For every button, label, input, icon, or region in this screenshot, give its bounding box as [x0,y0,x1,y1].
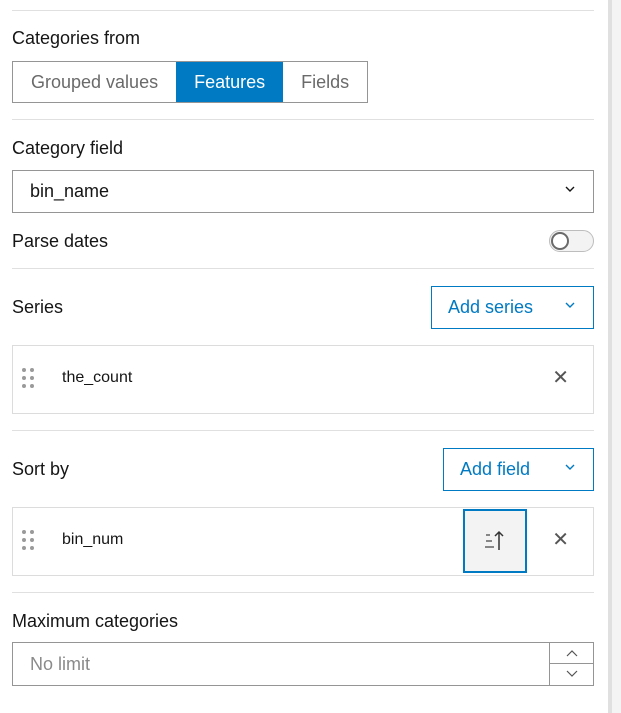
remove-sort-close-icon[interactable]: ✕ [552,530,569,550]
increment-button[interactable] [550,643,593,664]
chevron-down-icon [565,186,575,192]
chevron-down-icon [565,302,575,308]
category-field-label: Category field [12,138,124,158]
sort-order-button[interactable] [463,509,527,573]
sort-ascending-icon [485,530,504,550]
segment-fields[interactable]: Fields [283,62,367,102]
series-item: the_count ✕ [12,345,594,414]
divider [12,10,594,11]
sort-by-label: Sort by [12,459,70,479]
parse-dates-label: Parse dates [12,231,109,251]
divider [12,592,594,593]
segment-features[interactable]: Features [176,62,284,102]
decrement-button[interactable] [550,664,593,685]
add-series-button[interactable]: Add series [431,286,594,329]
add-field-button[interactable]: Add field [443,448,594,491]
series-item-name: the_count [62,369,133,386]
maximum-categories-label: Maximum categories [12,611,179,631]
divider [12,119,594,120]
categories-from-segmented-control: Grouped values Features Fields [12,61,369,103]
series-label: Series [12,297,64,317]
add-field-label: Add field [460,459,531,479]
category-field-select[interactable]: bin_name [12,170,594,213]
chevron-down-icon [566,670,578,677]
divider [12,268,594,269]
maximum-categories-input[interactable]: No limit [12,642,594,686]
segment-grouped-values[interactable]: Grouped values [13,62,176,102]
divider [12,430,594,431]
number-spinner [549,643,593,685]
chevron-down-icon [565,464,575,470]
drag-handle-icon[interactable] [22,530,36,552]
drag-handle-icon[interactable] [22,368,36,390]
add-series-label: Add series [448,297,534,317]
category-field-value: bin_name [30,181,110,201]
scrollbar[interactable] [608,0,621,713]
chevron-up-icon [566,650,578,657]
sort-item-name: bin_num [62,531,124,548]
remove-series-close-icon[interactable]: ✕ [552,368,569,388]
sort-item: bin_num ✕ [12,507,594,576]
maximum-categories-placeholder: No limit [30,654,91,674]
parse-dates-toggle[interactable] [549,230,594,252]
categories-from-label: Categories from [12,28,141,48]
